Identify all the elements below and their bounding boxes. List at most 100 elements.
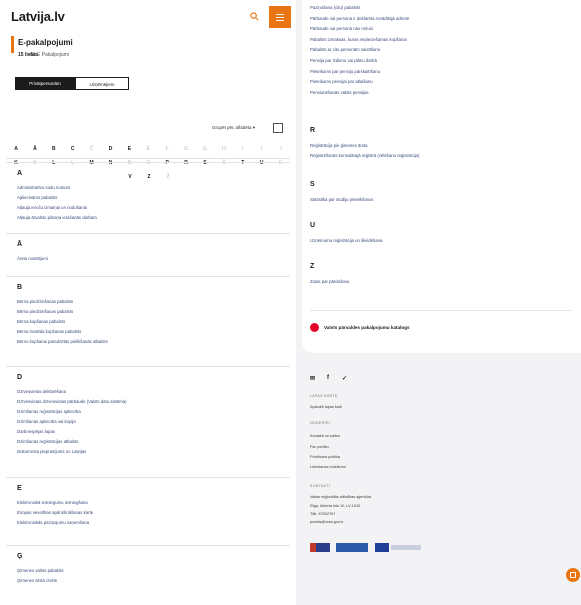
service-link[interactable]: Pensionēšanās valsts pensijas [310,90,369,95]
service-link[interactable]: Dzimšanas reģistrācijas apliecība [17,409,81,414]
service-link[interactable]: Ziņas par pārdošanu [310,279,349,284]
service-link[interactable]: Atļauja ārvalstu pilsoņa ierašanās darba… [17,215,97,220]
section-divider [6,477,290,478]
menu-button[interactable] [269,6,291,28]
service-link[interactable]: Dzīvesvietas deklarēšana [17,389,66,394]
alphabet-letter[interactable]: N [105,160,117,166]
alphabet-letter[interactable]: O [142,160,154,166]
alphabet-letter[interactable]: Ē [142,146,154,152]
service-link[interactable]: Administratīvo sodu numurs [17,185,70,190]
service-link[interactable]: Eiropas veselības apdrošināšanas karte [17,510,93,515]
service-link[interactable]: Atļauja ieroču izmaiņai un nodošanai [17,205,87,210]
service-link[interactable]: Reģistrēšanās konsulārajā reģistrā (vēlē… [310,153,419,158]
alphabet-letter[interactable]: T [237,160,249,166]
alphabet-letter[interactable]: A [10,146,22,152]
service-link[interactable]: Bērnu kopšanai paredzētās pielikšanās at… [17,339,108,344]
alphabet-letter[interactable]: V [124,174,136,180]
footer-link[interactable]: Privātuma politika [310,455,340,459]
alphabet-letter[interactable]: B [48,146,60,152]
service-link[interactable]: Bērna piedzimšanas pabalsts [17,309,73,314]
service-link[interactable]: Elektroniskās paziņojumu saņemšana [17,520,89,525]
alphabet-letter[interactable]: G [180,146,192,152]
service-link[interactable]: Darbnespējas lapas [17,429,55,434]
tab-business[interactable]: Uzņēmējiem [75,77,129,90]
alphabet-letter[interactable]: H [218,146,230,152]
footer-link[interactable]: Par portālu [310,445,329,449]
alphabet-letter[interactable]: Ģ [199,146,211,152]
service-link[interactable]: Apliecināms pabalsts [17,195,57,200]
service-link[interactable]: Pabalsts ar citu personām saistīšanu [310,47,380,52]
service-link[interactable]: Reģistrācija pie ģimenes ārsta [310,143,368,148]
alphabet-letter[interactable]: E [123,146,135,152]
footer-label-sitemap: LAPAS KARTE [310,394,338,398]
tab-private[interactable]: Privātpersonām [15,77,75,90]
service-link[interactable]: Dzīvesvietas dzīvesvietas pārbaude (Vals… [17,399,127,404]
site-logo[interactable]: Latvija.lv [11,9,65,24]
alphabet-letter[interactable]: C [67,146,79,152]
service-link[interactable]: Pensija par izdienu vai plānu darbā [310,58,377,63]
grid-view-icon[interactable] [273,123,283,133]
alphabet-letter[interactable]: Ū [275,160,287,166]
alphabet-letter[interactable]: D [105,146,117,152]
contact-line: Tālr. 67502767 [310,512,336,516]
section-letter: A [17,170,23,177]
service-link[interactable]: Bērna invalīda kopšanas pabalsts [17,329,81,334]
service-link[interactable]: Pabalsts izmaksas, kuras nepieciešamas k… [310,37,407,42]
contact-email[interactable]: portals@vraa.gov.lv [310,520,343,524]
footer-label-contacts: KONTAKTI [310,484,331,488]
catalog-arrow-icon[interactable] [310,323,319,332]
section-divider [6,545,290,546]
service-link[interactable]: Pieteikums par pensiju pārskaitīšanu [310,69,380,74]
alphabet-letter[interactable]: Z [143,174,155,180]
search-icon[interactable] [250,12,259,21]
service-link[interactable]: Pārbaude vai persona nav mirusi [310,26,373,31]
service-link[interactable]: Ģimenes ārsta izvēle [17,578,57,583]
footer-link[interactable]: Kontakti un saites [310,434,340,438]
alphabet-letter[interactable]: R [180,160,192,166]
alphabet-letter[interactable]: L [48,160,60,166]
alphabet-letter[interactable]: I [237,146,249,152]
service-link[interactable]: Ģimenes valsts pabalsts [17,568,64,573]
alphabet-letter[interactable]: K [10,160,22,166]
alphabet-letter[interactable]: J [275,146,287,152]
chat-button[interactable] [566,568,580,582]
facebook-icon[interactable]: f [327,375,329,381]
alphabet-letter[interactable]: Ķ [29,160,41,166]
service-link[interactable]: Statistika par studiju pieteikšanos [310,197,374,202]
service-link[interactable]: Pārbaude vai persona ir deklarēta norādī… [310,16,409,21]
sitemap-link[interactable]: Apskatīt lapas karti [310,405,342,409]
service-link[interactable]: Bērna piedzimšanas pabalsts [17,299,73,304]
alphabet-letter[interactable]: P [161,160,173,166]
catalog-link[interactable]: Valsts pārvaldes pakalpojumu katalogs [324,325,410,330]
alphabet-letter[interactable]: S [199,160,211,166]
service-link[interactable]: Elektroniskā iesniegumu iesniegšana [17,500,88,505]
alphabet-letter[interactable]: M [86,160,98,166]
alphabet-letter[interactable]: Ļ [67,160,79,166]
page-title: E-pakalpojumi [18,38,73,47]
alphabet-letter[interactable]: Š [218,160,230,166]
service-link[interactable]: Ārsta nosūtījumi [17,256,48,261]
alphabet-letter[interactable]: F [161,146,173,152]
section-letter: U [310,222,316,229]
email-icon[interactable]: ✉ [310,375,315,382]
service-link[interactable]: Paziņošana (citu) pabalsts [310,5,360,10]
alphabet-letter[interactable]: Ī [256,146,268,152]
twitter-icon[interactable]: ✓ [342,375,347,382]
alphabet-row: A Ā B C Č DE Ē F G Ģ H I Ī J [0,146,296,154]
service-link[interactable]: Dzimšanas apliecība vai kopija [17,419,76,424]
service-link[interactable]: Pieteikums pensijai par atlaišanu [310,79,373,84]
title-accent-bar [11,36,14,53]
section-divider [6,162,290,163]
alphabet-letter[interactable]: U [256,160,268,166]
service-link[interactable]: Uzņēmuma reģistrācija un likvidēšana [310,238,382,243]
group-by-select[interactable]: Grupēt pēc alfabēta ▾ [212,125,255,131]
alphabet-letter[interactable]: Ā [29,146,41,152]
service-link[interactable]: Dokumenta pieprasījums no Latvijas [17,449,86,454]
section-letter: Ģ [17,553,23,560]
service-link[interactable]: Bērna kopšanas pabalsts [17,319,65,324]
alphabet-letter[interactable]: Ņ [123,160,135,166]
alphabet-letter[interactable]: Ž [162,174,174,180]
alphabet-letter[interactable]: Č [86,146,98,152]
service-link[interactable]: Dzimšanas reģistrācijas atbalsts [17,439,78,444]
footer-link[interactable]: Lietošanas noteikumi [310,465,346,469]
